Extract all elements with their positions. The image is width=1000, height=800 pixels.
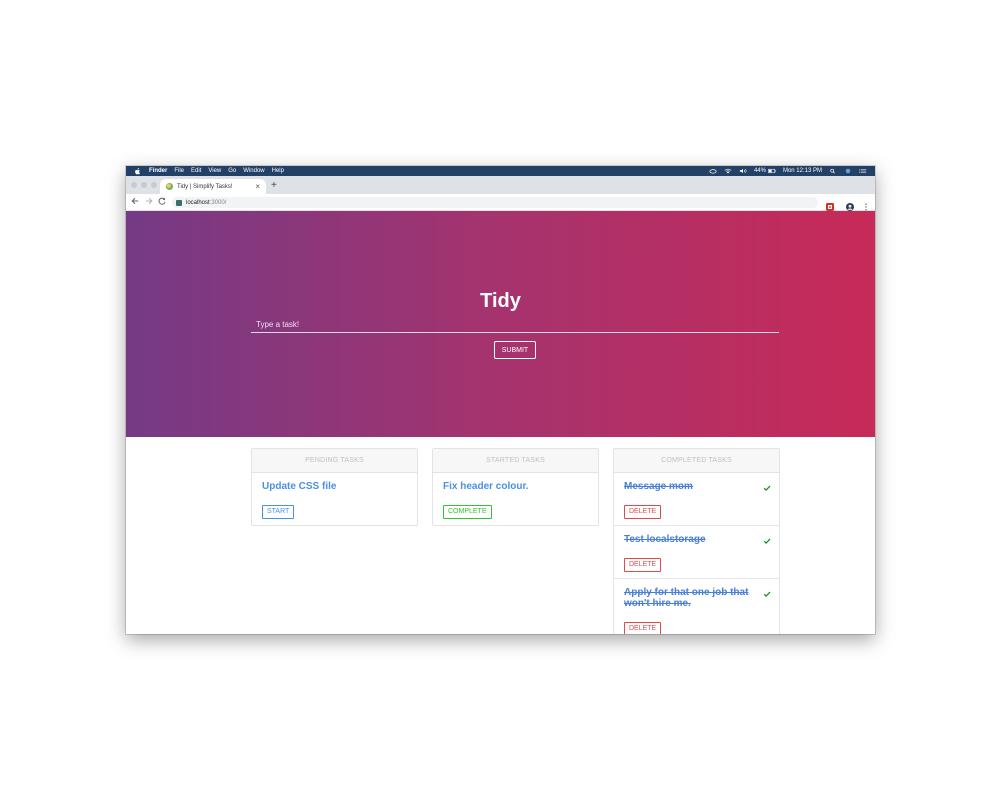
task-card: Message mom DELETE <box>614 473 779 526</box>
menu-view[interactable]: View <box>208 168 221 174</box>
task-card: Test localstorage DELETE <box>614 526 779 579</box>
spotlight-search-icon[interactable] <box>829 168 837 174</box>
started-tasks-header: STARTED TASKS <box>433 449 598 473</box>
browser-window: Finder File Edit View Go Window Help 44%… <box>126 166 875 634</box>
delete-button[interactable]: DELETE <box>624 622 662 634</box>
url-path: :3000/ <box>209 199 227 206</box>
reload-icon[interactable] <box>158 197 166 208</box>
menu-edit[interactable]: Edit <box>191 168 201 174</box>
battery-icon[interactable] <box>768 168 776 174</box>
delete-button[interactable]: DELETE <box>624 558 662 572</box>
delete-button[interactable]: DELETE <box>624 505 662 519</box>
more-options-icon[interactable] <box>862 198 870 211</box>
window-controls <box>131 182 161 188</box>
menu-finder[interactable]: Finder <box>149 168 167 174</box>
volume-icon[interactable] <box>739 168 747 174</box>
site-info-icon[interactable] <box>176 199 182 206</box>
back-arrow-icon[interactable] <box>131 197 139 208</box>
completed-tasks-header: COMPLETED TASKS <box>614 449 779 473</box>
menu-file[interactable]: File <box>174 168 184 174</box>
task-card: Update CSS file START <box>252 473 417 525</box>
started-tasks-column: STARTED TASKS Fix header colour. COMPLET… <box>432 448 599 526</box>
extension-icon[interactable] <box>826 198 834 211</box>
apple-icon[interactable] <box>134 167 141 175</box>
start-button[interactable]: START <box>262 505 295 519</box>
task-input[interactable] <box>251 317 779 333</box>
menubar-clock[interactable]: Mon 12:13 PM <box>783 168 822 174</box>
task-title: Fix header colour. <box>443 481 529 492</box>
task-title: Apply for that one job that won't hire m… <box>624 587 749 609</box>
mac-menubar: Finder File Edit View Go Window Help 44%… <box>126 166 875 176</box>
pending-tasks-column: PENDING TASKS Update CSS file START <box>251 448 418 526</box>
task-title: Test localstorage <box>624 534 706 545</box>
menubar-status-area: 44% Mon 12:13 PM <box>702 168 867 174</box>
battery-percentage: 44% <box>753 168 766 174</box>
tab-title: Tidy | Simplify Tasks! <box>177 183 233 190</box>
cloud-icon[interactable] <box>709 168 717 174</box>
minimize-window-button[interactable] <box>141 182 147 188</box>
maximize-window-button[interactable] <box>151 182 157 188</box>
complete-button[interactable]: COMPLETE <box>443 505 492 519</box>
new-tab-button[interactable]: + <box>271 181 277 191</box>
address-bar[interactable]: localhost :3000/ <box>172 197 818 208</box>
url-host: localhost <box>186 199 210 206</box>
tidy-favicon-icon <box>166 183 173 190</box>
browser-toolbar: localhost :3000/ <box>126 194 875 211</box>
forward-arrow-icon[interactable] <box>145 197 153 208</box>
browser-tabstrip: Tidy | Simplify Tasks! × + <box>126 176 875 194</box>
browser-tab[interactable]: Tidy | Simplify Tasks! × <box>160 179 266 194</box>
task-title: Message mom <box>624 481 693 492</box>
menu-help[interactable]: Help <box>272 168 284 174</box>
checkmark-icon <box>763 532 771 544</box>
close-window-button[interactable] <box>131 182 137 188</box>
app-title: Tidy <box>480 290 521 312</box>
task-title: Update CSS file <box>262 481 337 492</box>
task-card: Apply for that one job that won't hire m… <box>614 579 779 634</box>
checkmark-icon <box>763 479 771 491</box>
checkmark-icon <box>763 585 771 597</box>
completed-tasks-column: COMPLETED TASKS Message mom DELETE Test … <box>613 448 780 634</box>
pending-tasks-header: PENDING TASKS <box>252 449 417 473</box>
page-content: Tidy SUBMIT PENDING TASKS Update CSS fil… <box>126 211 875 634</box>
user-avatar-icon[interactable] <box>844 168 852 174</box>
menu-window[interactable]: Window <box>243 168 264 174</box>
profile-avatar-icon[interactable] <box>846 198 854 211</box>
wifi-icon[interactable] <box>724 168 732 174</box>
close-tab-icon[interactable]: × <box>255 182 260 191</box>
submit-button[interactable]: SUBMIT <box>494 341 536 359</box>
menu-go[interactable]: Go <box>228 168 236 174</box>
notification-center-icon[interactable] <box>859 168 867 174</box>
hero-banner: Tidy SUBMIT <box>126 211 875 437</box>
task-card: Fix header colour. COMPLETE <box>433 473 598 525</box>
